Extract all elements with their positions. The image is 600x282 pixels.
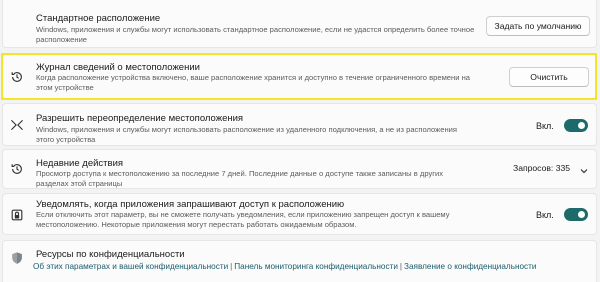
toggle-knob	[577, 211, 585, 218]
toggle-knob	[577, 122, 585, 129]
default-location-card: Стандартное расположение Windows, прилож…	[2, 0, 597, 48]
set-default-button[interactable]: Задать по умолчанию	[486, 16, 590, 36]
chevron-down-icon[interactable]	[579, 163, 589, 174]
privacy-dashboard-link[interactable]: Панель мониторинга конфиденциальности	[234, 262, 398, 271]
privacy-resources-title: Ресурсы по конфиденциальности	[36, 249, 185, 260]
privacy-links: Об этих параметрах и вашей конфиденциаль…	[33, 262, 536, 271]
clock-icon	[10, 162, 24, 176]
location-history-card: Журнал сведений о местоположении Когда р…	[2, 54, 597, 99]
recent-activity-description: Просмотр доступа к местоположению за пос…	[36, 169, 444, 188]
location-override-title: Разрешить переопределение местоположения	[36, 113, 244, 124]
default-location-description: Windows, приложения и службы могут испол…	[36, 25, 475, 44]
requests-count: Запросов: 335	[513, 163, 571, 173]
notify-apps-toggle[interactable]	[563, 208, 588, 221]
recent-activity-card[interactable]: Недавние действия Просмотр доступа к мес…	[2, 149, 597, 189]
link-separator: |	[230, 262, 233, 271]
privacy-statement-link[interactable]: Заявление о конфиденциальности	[404, 262, 536, 271]
notify-apps-toggle-label: Вкл.	[536, 209, 554, 220]
notify-apps-card: Уведомлять, когда приложения запрашивают…	[2, 193, 597, 235]
location-override-toggle[interactable]	[563, 119, 588, 132]
link-separator: |	[399, 262, 403, 271]
notify-apps-title: Уведомлять, когда приложения запрашивают…	[36, 199, 345, 210]
location-override-description: Windows, приложения и службы могут испол…	[36, 125, 458, 144]
default-location-title: Стандартное расположение	[36, 13, 161, 24]
history-icon	[10, 70, 24, 84]
shield-icon	[10, 251, 24, 265]
about-settings-link[interactable]: Об этих параметрах и вашей конфиденциаль…	[33, 262, 228, 271]
location-override-toggle-group: Вкл.	[536, 119, 588, 132]
location-history-description: Когда расположение устройства включено, …	[36, 73, 470, 92]
clear-history-button[interactable]: Очистить	[509, 67, 589, 87]
notify-apps-toggle-group: Вкл.	[536, 208, 588, 221]
remote-override-icon	[10, 118, 24, 132]
location-override-toggle-label: Вкл.	[536, 120, 554, 131]
notification-lock-icon	[10, 208, 24, 222]
recent-activity-title: Недавние действия	[36, 158, 124, 169]
notify-apps-description: Если отключить этот параметр, вы не смож…	[36, 210, 450, 229]
location-override-card: Разрешить переопределение местоположения…	[2, 103, 597, 146]
privacy-resources-card: Ресурсы по конфиденциальности	[2, 240, 597, 282]
location-history-title: Журнал сведений о местоположении	[36, 62, 200, 73]
